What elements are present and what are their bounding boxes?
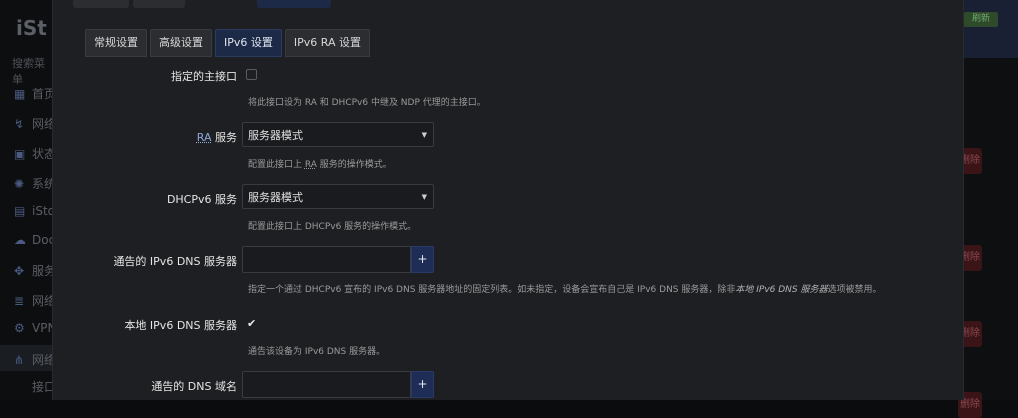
sidebar-item-system[interactable]: ✺ 系统 — [14, 175, 56, 192]
sidebar-item-vpn[interactable]: ⚙ VPN — [14, 321, 56, 335]
status-icon: ▣ — [14, 147, 26, 161]
chevron-down-icon: ▼ — [421, 131, 427, 139]
sidebar-item-status[interactable]: ▣ 状态 — [14, 145, 56, 162]
network-active-icon: ⋔ — [14, 353, 25, 367]
master-interface-desc: 将此接口设为 RA 和 DHCPv6 中继及 NDP 代理的主接口。 — [248, 98, 486, 108]
sidebar-item-nas[interactable]: ≣ 网络 — [14, 292, 56, 309]
dhcpv6-service-desc: 配置此接口上 DHCPv6 服务的操作模式。 — [248, 222, 417, 232]
services-icon: ✥ — [14, 264, 25, 278]
master-interface-label: 指定的主接口 — [171, 70, 237, 83]
local-ipv6-dns-label: 本地 IPv6 DNS 服务器 — [124, 319, 237, 332]
modal-top-tab-stub — [257, 0, 331, 8]
tab-ipv6-settings[interactable]: IPv6 设置 — [215, 29, 282, 57]
logo: iSt — [16, 16, 47, 40]
announced-ipv6-dns-desc: 指定一个通过 DHCPv6 宣布的 IPv6 DNS 服务器地址的固定列表。如未… — [248, 285, 882, 295]
interface-settings-modal: 常规设置 高级设置 IPv6 设置 IPv6 RA 设置 指定的主接口 将此接口… — [52, 0, 964, 400]
modal-top-tab-stub — [133, 0, 185, 8]
add-dns-domain-button[interactable]: + — [411, 371, 434, 398]
refresh-button[interactable]: 刷新 — [964, 12, 998, 27]
system-icon: ✺ — [14, 177, 25, 191]
sidebar-item-network[interactable]: ↯ 网络 — [14, 115, 56, 132]
ra-service-desc: 配置此接口上 RA 服务的操作模式。 — [248, 160, 392, 170]
modal-top-tab-stub — [73, 0, 129, 8]
add-dns-server-button[interactable]: + — [411, 246, 434, 273]
announced-ipv6-dns-input[interactable] — [242, 246, 411, 273]
announced-dns-domains-group: + — [242, 371, 434, 398]
ra-service-select[interactable]: 服务器模式 ▼ — [242, 122, 434, 147]
store-icon: ▤ — [14, 204, 26, 218]
local-ipv6-dns-desc: 通告该设备为 IPv6 DNS 服务器。 — [248, 347, 386, 357]
sidebar-item-network-active[interactable]: ⋔ 网络 — [14, 351, 56, 368]
network-icon: ↯ — [14, 117, 25, 131]
local-ipv6-dns-checkbox[interactable]: ✔ — [246, 318, 257, 329]
menu-search[interactable]: 搜索菜单 — [12, 55, 52, 87]
announced-ipv6-dns-label: 通告的 IPv6 DNS 服务器 — [113, 255, 237, 268]
background-header — [962, 0, 1018, 58]
chevron-down-icon: ▼ — [421, 193, 427, 201]
master-interface-checkbox[interactable] — [246, 69, 257, 80]
tab-ipv6-ra-settings[interactable]: IPv6 RA 设置 — [284, 29, 370, 57]
sidebar-item-istore[interactable]: ▤ iSto — [14, 204, 55, 218]
sidebar-item-services[interactable]: ✥ 服务 — [14, 262, 56, 279]
tab-general-settings[interactable]: 常规设置 — [85, 29, 147, 57]
announced-dns-domains-input[interactable] — [242, 371, 411, 398]
nas-icon: ≣ — [14, 294, 25, 308]
dhcpv6-service-label: DHCPv6 服务 — [166, 193, 237, 206]
sidebar-item-home[interactable]: ▦ 首页 — [14, 85, 56, 102]
dhcpv6-service-select[interactable]: 服务器模式 ▼ — [242, 184, 434, 209]
announced-ipv6-dns-group: + — [242, 246, 434, 273]
settings-tabs: 常规设置 高级设置 IPv6 设置 IPv6 RA 设置 — [85, 29, 370, 57]
docker-icon: ☁ — [14, 233, 26, 247]
ra-service-label: RA 服务 — [196, 131, 237, 144]
vpn-icon: ⚙ — [14, 321, 25, 335]
sidebar: iSt 搜索菜单 ▦ 首页 ↯ 网络 ▣ 状态 ✺ 系统 ▤ iSto ☁ Doc ✥ 服务 … — [0, 0, 56, 400]
announced-dns-domains-label: 通告的 DNS 域名 — [151, 380, 237, 393]
dashboard-icon: ▦ — [14, 87, 26, 101]
sidebar-item-docker[interactable]: ☁ Doc — [14, 233, 55, 247]
tab-advanced-settings[interactable]: 高级设置 — [150, 29, 212, 57]
